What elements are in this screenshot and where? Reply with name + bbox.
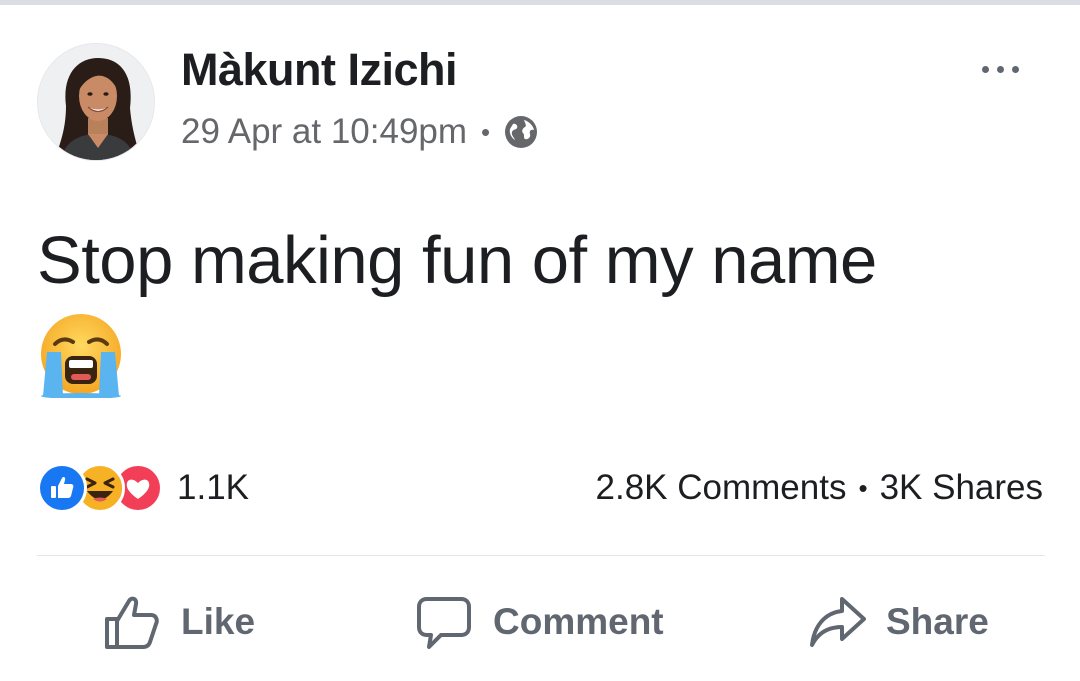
more-options-icon	[981, 65, 989, 73]
profile-photo-icon	[38, 44, 154, 160]
comment-button[interactable]: Comment	[415, 590, 664, 654]
like-button[interactable]: Like	[103, 590, 255, 654]
top-strip	[0, 0, 1080, 5]
share-label: Share	[886, 601, 989, 642]
reaction-count: 1.1K	[177, 468, 249, 507]
divider	[37, 555, 1045, 556]
comments-count-link[interactable]: 2.8K Comments	[596, 468, 847, 508]
post-text: Stop making fun of my name	[37, 223, 877, 298]
author-name[interactable]: Màkunt Izichi	[181, 44, 458, 96]
comment-bubble-icon	[417, 597, 471, 649]
like-reaction-icon	[37, 463, 87, 513]
engagement-separator: •	[858, 472, 868, 503]
like-label: Like	[181, 601, 256, 642]
more-options-button[interactable]	[970, 54, 1030, 84]
share-arrow-icon	[810, 597, 866, 647]
reactions-summary[interactable]: 1.1K	[37, 463, 249, 513]
share-button[interactable]: Share	[808, 590, 989, 654]
loudly-crying-face-emoji-icon	[41, 314, 121, 398]
post-timestamp[interactable]: 29 Apr at 10:49pm	[181, 112, 467, 152]
meta-separator: •	[481, 117, 491, 147]
comment-label: Comment	[493, 601, 664, 642]
post-meta: 29 Apr at 10:49pm •	[181, 109, 538, 155]
shares-count-link[interactable]: 3K Shares	[880, 468, 1043, 508]
globe-icon[interactable]	[504, 115, 538, 149]
thumbs-up-icon	[105, 596, 159, 649]
author-avatar[interactable]	[37, 43, 155, 161]
engagement-summary: 2.8K Comments • 3K Shares	[596, 468, 1043, 508]
